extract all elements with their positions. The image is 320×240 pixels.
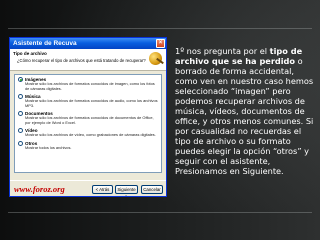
radio-imagenes[interactable]: [18, 77, 23, 82]
header-title: Tipo de archivo: [13, 51, 47, 56]
explanation-part2: o borrado de forma accidental, como ven …: [175, 56, 314, 176]
option-imagenes[interactable]: Imágenes Mostrar sólo los archivos de fo…: [18, 77, 158, 92]
option-musica[interactable]: Música Mostrar sólo los archivos de form…: [18, 94, 158, 109]
divider-bottom: [8, 212, 312, 213]
close-button[interactable]: ×: [156, 39, 165, 48]
option-video[interactable]: Vídeo Mostrar sólo los archivos de vídeo…: [18, 128, 158, 138]
header-subtitle: ¿Cómo recuperar el tipo de archivos que …: [17, 58, 146, 63]
explanation-part1: 1º nos pregunta por el: [175, 46, 270, 56]
dialog-body: Imágenes Mostrar sólo los archivos de fo…: [10, 71, 166, 177]
recuva-wizard-dialog: Asistente de Recuva × Tipo de archivo ¿C…: [9, 37, 167, 197]
option-description: Mostrar todos los archivos.: [25, 144, 72, 150]
dialog-titlebar: Asistente de Recuva ×: [10, 38, 166, 49]
option-description: Mostrar sólo los archivos de formatos co…: [25, 81, 155, 91]
dialog-title: Asistente de Recuva: [13, 40, 77, 47]
wizard-icon: [149, 52, 162, 65]
option-otros[interactable]: Otros Mostrar todos los archivos.: [18, 140, 158, 151]
dialog-header: Tipo de archivo ¿Cómo recuperar el tipo …: [10, 49, 166, 71]
next-button[interactable]: Siguiente >: [115, 185, 138, 196]
divider-top: [8, 28, 312, 29]
option-description: Mostrar sólo los archivos de formatos co…: [25, 115, 154, 125]
option-documentos[interactable]: Documentos Mostrar sólo los archivos de …: [18, 111, 158, 126]
site-watermark: www.foroz.org: [14, 184, 65, 194]
option-description: Mostrar sólo los archivos de formatos co…: [25, 98, 158, 108]
radio-otros[interactable]: [18, 140, 23, 146]
option-description: Mostrar sólo los archivos de vídeo, como…: [25, 132, 156, 138]
back-button[interactable]: < Atrás: [92, 185, 113, 194]
cancel-button[interactable]: Cancelar: [141, 185, 163, 194]
explanation-text: 1º nos pregunta por el tipo de archivo q…: [175, 46, 315, 176]
file-type-options: Imágenes Mostrar sólo los archivos de fo…: [14, 74, 162, 173]
dialog-footer: www.foroz.org < Atrás Siguiente > Cancel…: [10, 180, 166, 196]
